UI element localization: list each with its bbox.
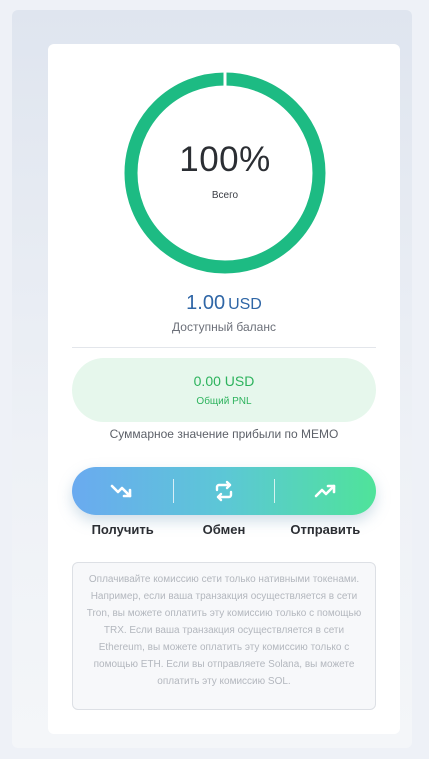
exchange-icon — [215, 480, 233, 502]
action-labels: Получить Обмен Отправить — [72, 522, 376, 537]
balance-amount: 1.00 — [186, 292, 226, 314]
receive-label[interactable]: Получить — [72, 522, 173, 537]
receive-button[interactable] — [72, 467, 173, 515]
network-fee-notice: Оплачивайте комиссию сети только нативны… — [72, 562, 376, 710]
divider — [72, 347, 376, 348]
trend-up-icon — [314, 484, 335, 498]
ring-percent: 100% — [179, 139, 271, 179]
send-button[interactable] — [275, 467, 376, 515]
trend-down-icon — [111, 484, 132, 498]
allocation-ring: 100% Всего — [122, 70, 328, 276]
pnl-value: 0.00 USD — [193, 373, 255, 389]
wallet-card: 100% Всего 1.00 USD Доступный баланс 0.00… — [48, 44, 400, 734]
ring-total-label: Всего — [211, 189, 239, 201]
pnl-label: Общий PNL — [196, 396, 252, 407]
balance-currency: USD — [228, 296, 262, 313]
balance-value: 1.00 USD — [48, 292, 400, 315]
action-bar — [72, 467, 376, 515]
memo-profit-text: Суммарное значение прибыли по MEMO — [109, 427, 339, 441]
pnl-pill: 0.00 USD Общий PNL — [72, 358, 376, 422]
exchange-button[interactable] — [174, 467, 275, 515]
send-label[interactable]: Отправить — [275, 522, 376, 537]
available-balance: 1.00 USD Доступный баланс — [48, 292, 400, 334]
exchange-label[interactable]: Обмен — [173, 522, 274, 537]
balance-label: Доступный баланс — [172, 320, 276, 334]
wallet-panel: 100% Всего 1.00 USD Доступный баланс 0.00… — [12, 10, 412, 748]
